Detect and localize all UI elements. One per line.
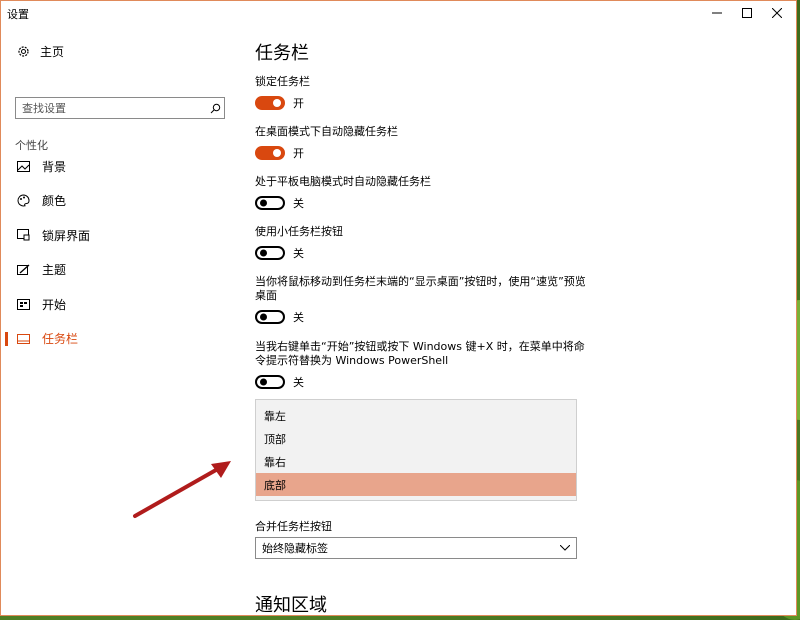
- sidebar-item-label: 开始: [42, 297, 67, 312]
- setting-lock-taskbar: 锁定任务栏 开: [255, 75, 595, 111]
- toggle-state: 开: [293, 97, 304, 110]
- home-label: 主页: [40, 45, 65, 59]
- setting-label: 使用小任务栏按钮: [255, 225, 343, 238]
- autohide-tablet-toggle[interactable]: [255, 196, 285, 210]
- taskbar-position-dropdown[interactable]: 靠左 顶部 靠右 底部: [255, 399, 577, 501]
- combine-buttons-label: 合并任务栏按钮: [255, 520, 332, 533]
- position-option-right[interactable]: 靠右: [256, 450, 576, 473]
- sidebar-item-themes[interactable]: 主题: [1, 253, 241, 288]
- small-buttons-toggle[interactable]: [255, 246, 285, 260]
- setting-autohide-desktop: 在桌面模式下自动隐藏任务栏 开: [255, 125, 595, 161]
- setting-peek: 当你将鼠标移动到任务栏末端的“显示桌面”按钮时，使用“速览”预览桌面 关: [255, 275, 595, 325]
- setting-small-buttons: 使用小任务栏按钮 关: [255, 225, 595, 261]
- close-icon: [772, 8, 782, 18]
- minimize-icon: [712, 12, 722, 14]
- page-title: 任务栏: [255, 43, 309, 64]
- setting-label: 在桌面模式下自动隐藏任务栏: [255, 125, 398, 138]
- search-input[interactable]: [16, 98, 206, 118]
- chevron-down-icon: [560, 545, 570, 551]
- sidebar-item-background[interactable]: 背景: [1, 149, 241, 184]
- autohide-desktop-toggle[interactable]: [255, 146, 285, 160]
- start-grid-icon: [17, 298, 30, 311]
- gear-icon: [18, 46, 29, 57]
- position-option-top[interactable]: 顶部: [256, 427, 576, 450]
- notification-area-title: 通知区域: [255, 595, 327, 616]
- sidebar-item-label: 主题: [42, 263, 67, 278]
- powershell-toggle[interactable]: [255, 375, 285, 389]
- sidebar-item-label: 锁屏界面: [42, 228, 91, 243]
- search-icon: [210, 103, 220, 113]
- sidebar-item-label: 任务栏: [42, 332, 79, 347]
- setting-label: 当你将鼠标移动到任务栏末端的“显示桌面”按钮时，使用“速览”预览桌面: [255, 275, 586, 302]
- window-title: 设置: [7, 8, 29, 21]
- maximize-icon: [742, 8, 752, 18]
- sidebar-item-label: 颜色: [42, 194, 67, 209]
- sidebar: 主页 个性化 背景 颜色: [1, 25, 241, 615]
- sidebar-item-start[interactable]: 开始: [1, 287, 241, 322]
- toggle-state: 关: [293, 376, 304, 389]
- setting-label: 当我右键单击“开始”按钮或按下 Windows 键+X 时，在菜单中将命令提示符…: [255, 340, 585, 367]
- close-button[interactable]: [762, 1, 792, 25]
- image-icon: [17, 160, 30, 173]
- maximize-button[interactable]: [732, 1, 762, 25]
- toggle-state: 关: [293, 247, 304, 260]
- minimize-button[interactable]: [702, 1, 732, 25]
- watermark-brand-cn: 经验: [732, 540, 780, 568]
- lock-screen-icon: [17, 229, 30, 242]
- search-button[interactable]: [206, 103, 224, 114]
- settings-window: 设置 主页 个性化: [0, 0, 797, 616]
- taskbar-icon: [17, 332, 30, 345]
- theme-brush-icon: [17, 263, 30, 276]
- watermark: Bai 经验 jingyan.baidu.com: [600, 527, 790, 609]
- combine-buttons-value: 始终隐藏标签: [262, 542, 328, 555]
- setting-powershell: 当我右键单击“开始”按钮或按下 Windows 键+X 时，在菜单中将命令提示符…: [255, 340, 595, 390]
- position-option-left[interactable]: 靠左: [256, 404, 576, 427]
- toggle-state: 开: [293, 147, 304, 160]
- combine-buttons-select[interactable]: 始终隐藏标签: [255, 537, 577, 559]
- palette-icon: [17, 194, 30, 207]
- setting-autohide-tablet: 处于平板电脑模式时自动隐藏任务栏 关: [255, 175, 595, 211]
- setting-label: 锁定任务栏: [255, 75, 310, 88]
- position-option-bottom[interactable]: 底部: [256, 473, 576, 496]
- sidebar-item-lock-screen[interactable]: 锁屏界面: [1, 218, 241, 253]
- annotation-arrow-icon: [133, 461, 231, 518]
- toggle-state: 关: [293, 311, 304, 324]
- sidebar-item-label: 背景: [42, 159, 67, 174]
- peek-toggle[interactable]: [255, 310, 285, 324]
- setting-label: 处于平板电脑模式时自动隐藏任务栏: [255, 175, 431, 188]
- lock-taskbar-toggle[interactable]: [255, 96, 285, 110]
- toggle-state: 关: [293, 197, 304, 210]
- home-link[interactable]: 主页: [17, 43, 64, 60]
- sidebar-item-taskbar[interactable]: 任务栏: [1, 322, 241, 357]
- search-box[interactable]: [15, 97, 225, 119]
- sidebar-nav: 背景 颜色 锁屏界面 主题 开始 任务栏: [1, 149, 241, 356]
- watermark-url: jingyan.baidu.com: [638, 583, 768, 599]
- sidebar-item-colors[interactable]: 颜色: [1, 184, 241, 219]
- title-bar: 设置: [1, 1, 796, 25]
